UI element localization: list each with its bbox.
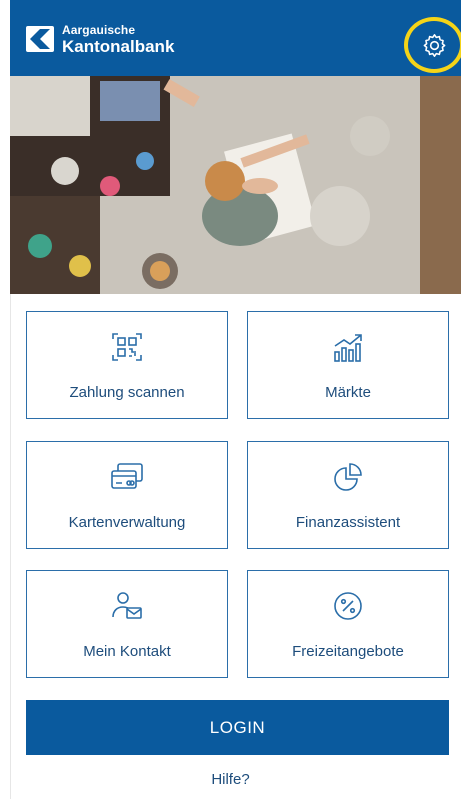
help-link[interactable]: Hilfe? [0, 771, 461, 788]
tile-label: Kartenverwaltung [68, 514, 186, 531]
left-edge-line [10, 294, 11, 799]
contact-icon [112, 592, 142, 619]
app-header: Aargauische Kantonalbank [10, 0, 461, 76]
login-button[interactable]: LOGIN [26, 700, 449, 755]
tile-label: Mein Kontakt [83, 643, 171, 660]
cards-icon [111, 463, 143, 489]
brand-line-1: Aargauische [62, 23, 136, 37]
tile-finanzassistent[interactable]: Finanzassistent [247, 441, 449, 549]
tile-freizeitangebote[interactable]: Freizeitangebote [247, 570, 449, 678]
hero-photo [10, 76, 461, 294]
tile-maerkte[interactable]: Märkte [247, 311, 449, 419]
gear-icon [423, 34, 446, 57]
tile-label: Freizeitangebote [292, 643, 404, 660]
tile-label: Finanzassistent [295, 514, 401, 531]
pie-chart-icon [334, 463, 362, 491]
tile-label: Märkte [325, 384, 371, 401]
tile-kartenverwaltung[interactable]: Kartenverwaltung [26, 441, 228, 549]
percent-icon [334, 592, 362, 620]
settings-button[interactable] [404, 17, 461, 73]
qr-scan-icon [112, 333, 142, 361]
tile-zahlung-scannen[interactable]: Zahlung scannen [26, 311, 228, 419]
tile-mein-kontakt[interactable]: Mein Kontakt [26, 570, 228, 678]
brand-name: Aargauische Kantonalbank [62, 23, 175, 57]
market-chart-icon [334, 334, 362, 362]
akb-logo-icon [26, 26, 54, 52]
brand-line-2: Kantonalbank [62, 37, 175, 56]
tile-label: Zahlung scannen [69, 384, 185, 401]
